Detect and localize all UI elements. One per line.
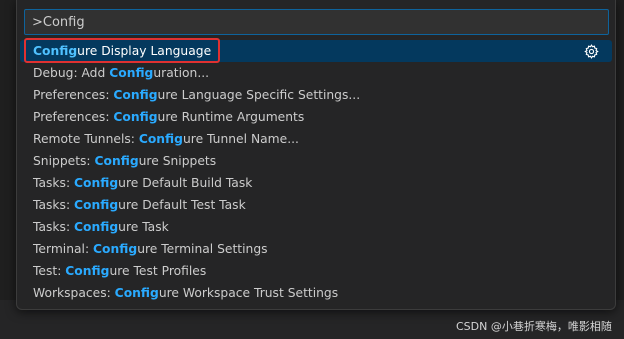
command-item-preferences-runtime-arguments[interactable]: Preferences: Configure Runtime Arguments	[20, 106, 612, 128]
command-item-remote-tunnels-tunnel-name[interactable]: Remote Tunnels: Configure Tunnel Name...	[20, 128, 612, 150]
command-item-workspace-trust-settings[interactable]: Workspaces: Configure Workspace Trust Se…	[20, 282, 612, 304]
item-suffix: ure Test Profiles	[109, 264, 207, 278]
item-prefix: Preferences:	[33, 110, 114, 124]
command-palette: Configure Display Language Debug: Add Co…	[16, 0, 616, 310]
item-prefix: Tasks:	[33, 176, 74, 190]
item-suffix: ure Snippets	[138, 154, 217, 168]
item-match-highlight: Config	[94, 154, 139, 168]
item-prefix: Preferences:	[33, 88, 114, 102]
item-suffix: ure Runtime Arguments	[157, 110, 305, 124]
command-item-test-profiles[interactable]: Test: Configure Test Profiles	[20, 260, 612, 282]
item-match-highlight: Config	[113, 88, 158, 102]
command-item-tasks-default-build-task[interactable]: Tasks: Configure Default Build Task	[20, 172, 612, 194]
gear-icon[interactable]	[584, 44, 599, 59]
item-prefix: Debug: Add	[33, 66, 110, 80]
command-item-snippets-configure-snippets[interactable]: Snippets: Configure Snippets	[20, 150, 612, 172]
item-suffix: ure Display Language	[77, 44, 212, 58]
item-prefix: Snippets:	[33, 154, 95, 168]
item-suffix: ure Tunnel Name...	[182, 132, 299, 146]
item-prefix: Terminal:	[33, 242, 94, 256]
item-suffix: ure Default Test Task	[118, 198, 246, 212]
item-match-highlight: Config	[93, 242, 138, 256]
item-prefix: Tasks:	[33, 220, 74, 234]
item-match-highlight: Config	[74, 176, 119, 190]
command-item-tasks-default-test-task[interactable]: Tasks: Configure Default Test Task	[20, 194, 612, 216]
item-suffix: ure Language Specific Settings...	[157, 88, 361, 102]
command-item-tasks-configure-task[interactable]: Tasks: Configure Task	[20, 216, 612, 238]
item-suffix: ure Default Build Task	[118, 176, 253, 190]
command-item-preferences-language-specific-settings[interactable]: Preferences: Configure Language Specific…	[20, 84, 612, 106]
item-match-highlight: Config	[138, 132, 183, 146]
command-item-debug-add-configuration[interactable]: Debug: Add Configuration...	[20, 62, 612, 84]
item-suffix: ure Workspace Trust Settings	[158, 286, 339, 300]
item-match-highlight: Config	[109, 66, 154, 80]
item-match-highlight: Config	[33, 44, 78, 58]
item-match-highlight: Config	[74, 198, 119, 212]
item-match-highlight: Config	[65, 264, 110, 278]
csdn-watermark: CSDN @小巷折寒梅，唯影相随	[456, 320, 612, 333]
item-prefix: Test:	[33, 264, 66, 278]
item-prefix: Tasks:	[33, 198, 74, 212]
item-match-highlight: Config	[114, 286, 159, 300]
command-input[interactable]	[25, 10, 608, 34]
item-suffix: ure Terminal Settings	[137, 242, 268, 256]
item-suffix: uration...	[153, 66, 210, 80]
command-item-configure-display-language[interactable]: Configure Display Language	[20, 38, 612, 63]
item-match-highlight: Config	[74, 220, 119, 234]
command-list: Configure Display Language Debug: Add Co…	[20, 38, 612, 304]
item-prefix: Workspaces:	[33, 286, 115, 300]
command-item-terminal-settings[interactable]: Terminal: Configure Terminal Settings	[20, 238, 612, 260]
item-prefix: Remote Tunnels:	[33, 132, 139, 146]
item-suffix: ure Task	[118, 220, 169, 234]
item-match-highlight: Config	[113, 110, 158, 124]
command-input-box[interactable]	[24, 9, 609, 35]
